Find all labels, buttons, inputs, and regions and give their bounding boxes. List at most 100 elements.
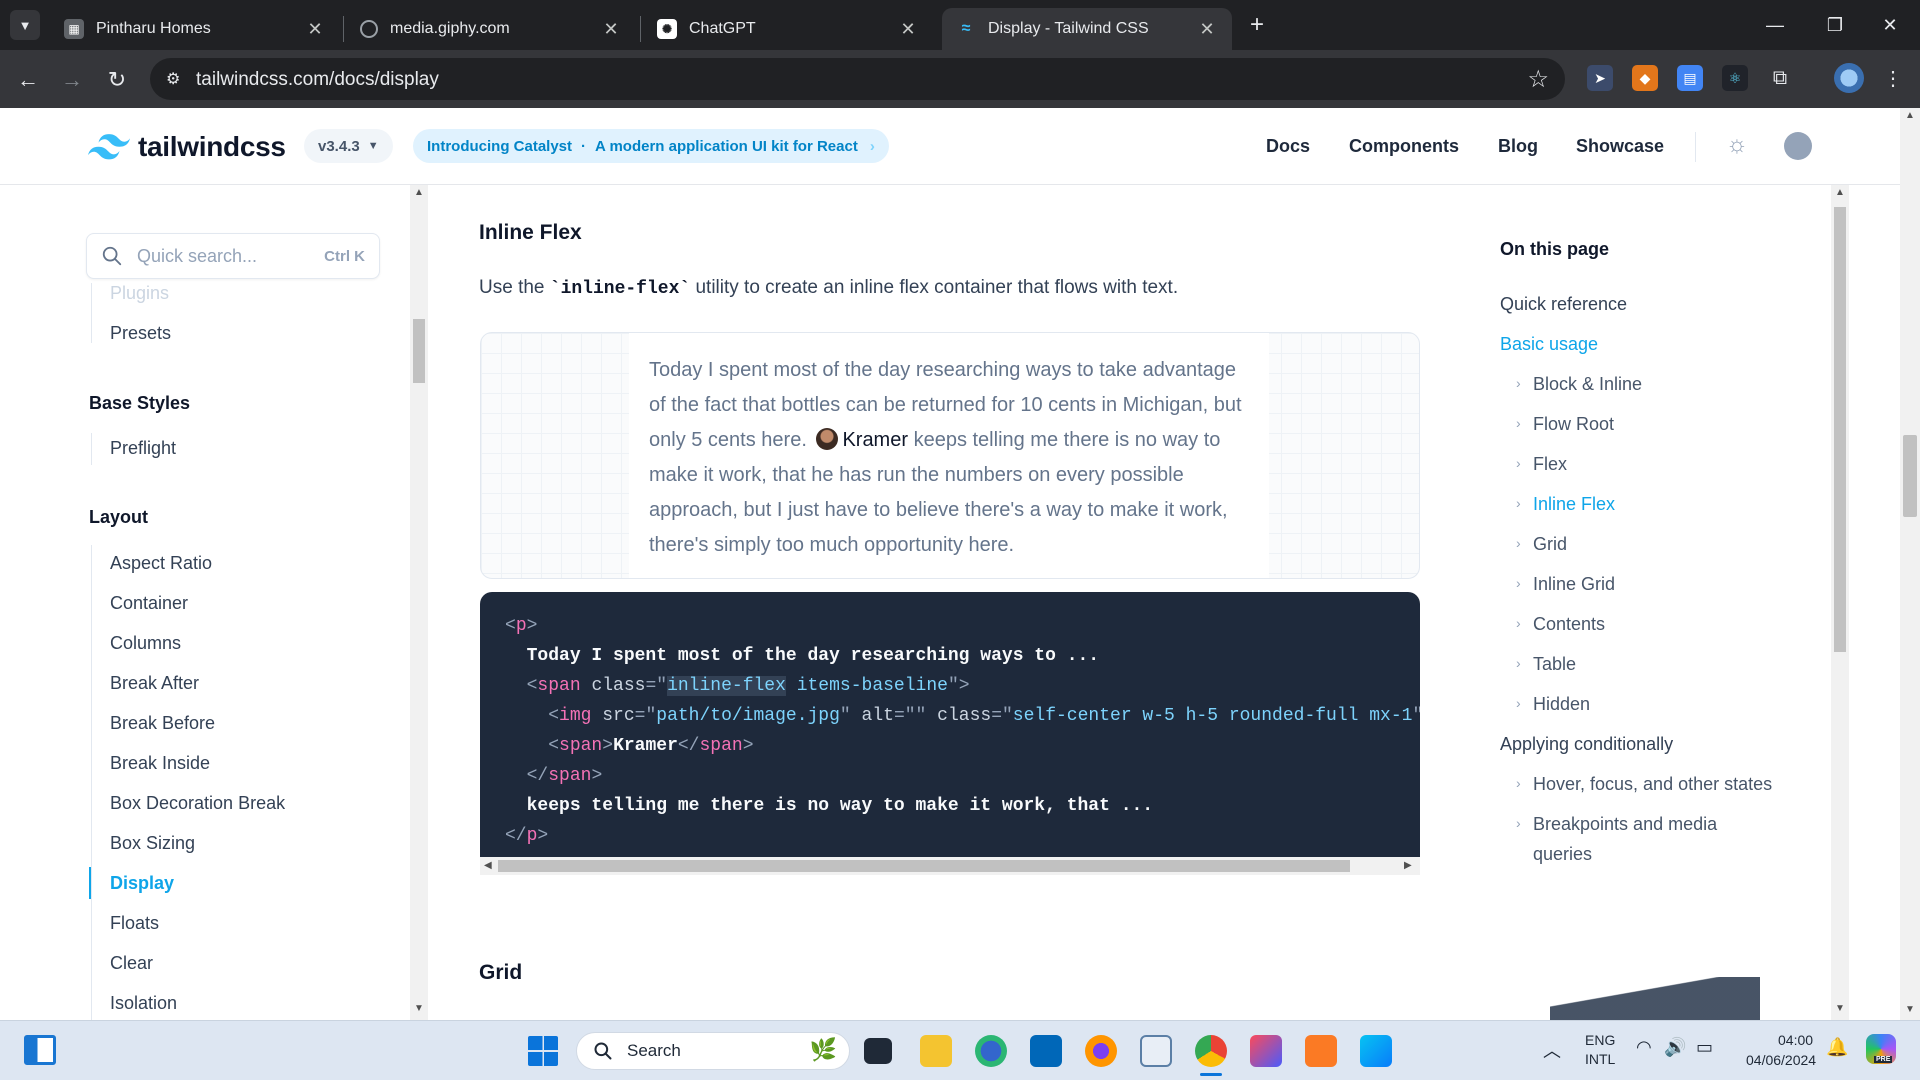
close-window-button[interactable]: ✕	[1860, 0, 1920, 50]
scroll-down-icon[interactable]: ▼	[1835, 1003, 1845, 1014]
sidebar-item-isolation[interactable]: Isolation	[110, 993, 177, 1014]
intellij-icon[interactable]	[1250, 1035, 1282, 1067]
task-manager-icon[interactable]	[1140, 1035, 1172, 1067]
tab-pintharu-homes[interactable]: ▦ Pintharu Homes ✕	[50, 8, 340, 50]
toc-item-block-inline[interactable]: › Block & Inline	[1516, 374, 1642, 395]
close-icon[interactable]: ✕	[897, 19, 919, 40]
site-info-icon[interactable]: ⚙	[166, 69, 180, 89]
widgets-icon[interactable]	[24, 1035, 56, 1065]
sidebar-item-container[interactable]: Container	[110, 593, 188, 614]
sidebar-scroll-thumb[interactable]	[413, 319, 425, 383]
close-icon[interactable]: ✕	[1196, 19, 1218, 40]
code-block[interactable]: <p> Today I spent most of the day resear…	[480, 592, 1420, 857]
toc-item-applying-conditionally[interactable]: Applying conditionally	[1500, 734, 1673, 755]
toc-item-flex[interactable]: › Flex	[1516, 454, 1567, 475]
clock-date[interactable]: 04/06/2024	[1746, 1052, 1816, 1068]
bookmark-star-icon[interactable]: ☆	[1527, 65, 1549, 94]
nav-showcase[interactable]: Showcase	[1576, 136, 1664, 157]
toc-item-table[interactable]: › Table	[1516, 654, 1576, 675]
sidebar-item-aspect-ratio[interactable]: Aspect Ratio	[110, 553, 212, 574]
tab-giphy[interactable]: media.giphy.com ✕	[346, 8, 636, 50]
firefox-icon[interactable]	[1085, 1035, 1117, 1067]
taskbar-search-box[interactable]: Search 🌿	[576, 1032, 850, 1070]
store-icon[interactable]	[1030, 1035, 1062, 1067]
nav-components[interactable]: Components	[1349, 136, 1459, 157]
close-icon[interactable]: ✕	[304, 19, 326, 40]
restore-button[interactable]: ❐	[1805, 0, 1865, 50]
file-explorer-icon[interactable]	[920, 1035, 952, 1067]
code-scroll-thumb[interactable]	[498, 860, 1350, 872]
minimize-button[interactable]: —	[1745, 0, 1805, 50]
scroll-up-icon[interactable]: ▲	[1905, 110, 1915, 121]
toc-item-inline-grid[interactable]: › Inline Grid	[1516, 574, 1615, 595]
webstorm-icon[interactable]	[1360, 1035, 1392, 1067]
catalyst-promo-link[interactable]: Introducing Catalyst · A modern applicat…	[413, 129, 889, 163]
tab-search-button[interactable]: ▼	[10, 10, 40, 40]
scroll-up-icon[interactable]: ▲	[1835, 187, 1845, 198]
sidebar-item-floats[interactable]: Floats	[110, 913, 159, 934]
notification-bell-icon[interactable]: 🔔	[1826, 1037, 1848, 1058]
sidebar-item-box-sizing[interactable]: Box Sizing	[110, 833, 195, 854]
toc-item-hover-focus[interactable]: › Hover, focus, and other states	[1516, 774, 1772, 795]
browser-menu-icon[interactable]: ⋮	[1880, 65, 1906, 91]
sidebar-item-preflight[interactable]: Preflight	[110, 438, 176, 459]
toc-item-quick-reference[interactable]: Quick reference	[1500, 294, 1627, 315]
toc-item-basic-usage[interactable]: Basic usage	[1500, 334, 1598, 355]
profile-avatar[interactable]	[1834, 63, 1864, 93]
toc-item-contents[interactable]: › Contents	[1516, 614, 1605, 635]
extensions-puzzle-icon[interactable]: ⧉	[1767, 65, 1793, 91]
version-dropdown[interactable]: v3.4.3 ▼	[304, 129, 393, 163]
nav-blog[interactable]: Blog	[1498, 136, 1538, 157]
forward-button[interactable]: →	[56, 64, 88, 96]
copilot-icon[interactable]: PRE	[1866, 1034, 1896, 1064]
edge-icon[interactable]	[975, 1035, 1007, 1067]
new-tab-button[interactable]: +	[1242, 10, 1272, 40]
windows-start-icon[interactable]	[528, 1036, 558, 1066]
sidebar-scrollbar[interactable]: ▲ ▼	[410, 185, 428, 1020]
toc-item-grid[interactable]: › Grid	[1516, 534, 1567, 555]
nav-docs[interactable]: Docs	[1266, 136, 1310, 157]
sidebar-item-break-inside[interactable]: Break Inside	[110, 753, 210, 774]
metamask-extension-icon[interactable]: ◆	[1632, 65, 1658, 91]
tab-tailwind-display[interactable]: ≈ Display - Tailwind CSS ✕	[942, 8, 1232, 50]
chevron-up-icon[interactable]: ︿	[1543, 1037, 1561, 1063]
chrome-icon[interactable]	[1195, 1035, 1227, 1067]
sun-icon[interactable]: ☼	[1726, 131, 1748, 159]
toc-item-inline-flex[interactable]: › Inline Flex	[1516, 494, 1615, 515]
clock-time[interactable]: 04:00	[1778, 1032, 1813, 1048]
sidebar-item-display[interactable]: Display	[110, 873, 174, 894]
cursor-extension-icon[interactable]: ➤	[1587, 65, 1613, 91]
toc-item-flow-root[interactable]: › Flow Root	[1516, 414, 1614, 435]
back-button[interactable]: ←	[12, 64, 44, 96]
content-scroll-thumb[interactable]	[1834, 207, 1846, 652]
sidebar-item-break-after[interactable]: Break After	[110, 673, 199, 694]
close-icon[interactable]: ✕	[600, 19, 622, 40]
sidebar-item-break-before[interactable]: Break Before	[110, 713, 215, 734]
task-view-icon[interactable]	[864, 1038, 892, 1064]
scroll-left-icon[interactable]: ◀	[484, 860, 492, 871]
tailwind-logo[interactable]: tailwindcss	[88, 131, 286, 163]
language-code[interactable]: ENG	[1585, 1032, 1615, 1048]
sidebar-item-columns[interactable]: Columns	[110, 633, 181, 654]
url-text[interactable]: tailwindcss.com/docs/display	[196, 69, 439, 91]
reload-button[interactable]: ↻	[101, 64, 133, 96]
tab-chatgpt[interactable]: ✺ ChatGPT ✕	[643, 8, 933, 50]
sidebar-item-plugins[interactable]: Plugins	[110, 283, 169, 304]
battery-icon[interactable]: ▭	[1696, 1037, 1713, 1058]
content-scrollbar[interactable]: ▲ ▼	[1831, 185, 1849, 1020]
page-scrollbar[interactable]: ▲ ▼	[1900, 108, 1920, 1020]
scroll-right-icon[interactable]: ▶	[1404, 860, 1412, 871]
scroll-down-icon[interactable]: ▼	[414, 1003, 424, 1014]
sidebar-item-box-decoration-break[interactable]: Box Decoration Break	[110, 793, 285, 814]
toc-item-hidden[interactable]: › Hidden	[1516, 694, 1590, 715]
docs-extension-icon[interactable]: ▤	[1677, 65, 1703, 91]
code-horizontal-scrollbar[interactable]: ◀ ▶	[480, 857, 1420, 875]
toc-item-breakpoints[interactable]: › Breakpoints and media	[1516, 814, 1717, 835]
toc-item-breakpoints-cont[interactable]: queries	[1533, 844, 1592, 865]
github-icon[interactable]	[1784, 132, 1812, 160]
scroll-up-icon[interactable]: ▲	[414, 187, 424, 198]
wifi-icon[interactable]: ◠	[1636, 1037, 1652, 1058]
xampp-icon[interactable]	[1305, 1035, 1337, 1067]
volume-icon[interactable]: 🔊	[1664, 1037, 1686, 1058]
language-variant[interactable]: INTL	[1585, 1051, 1615, 1067]
